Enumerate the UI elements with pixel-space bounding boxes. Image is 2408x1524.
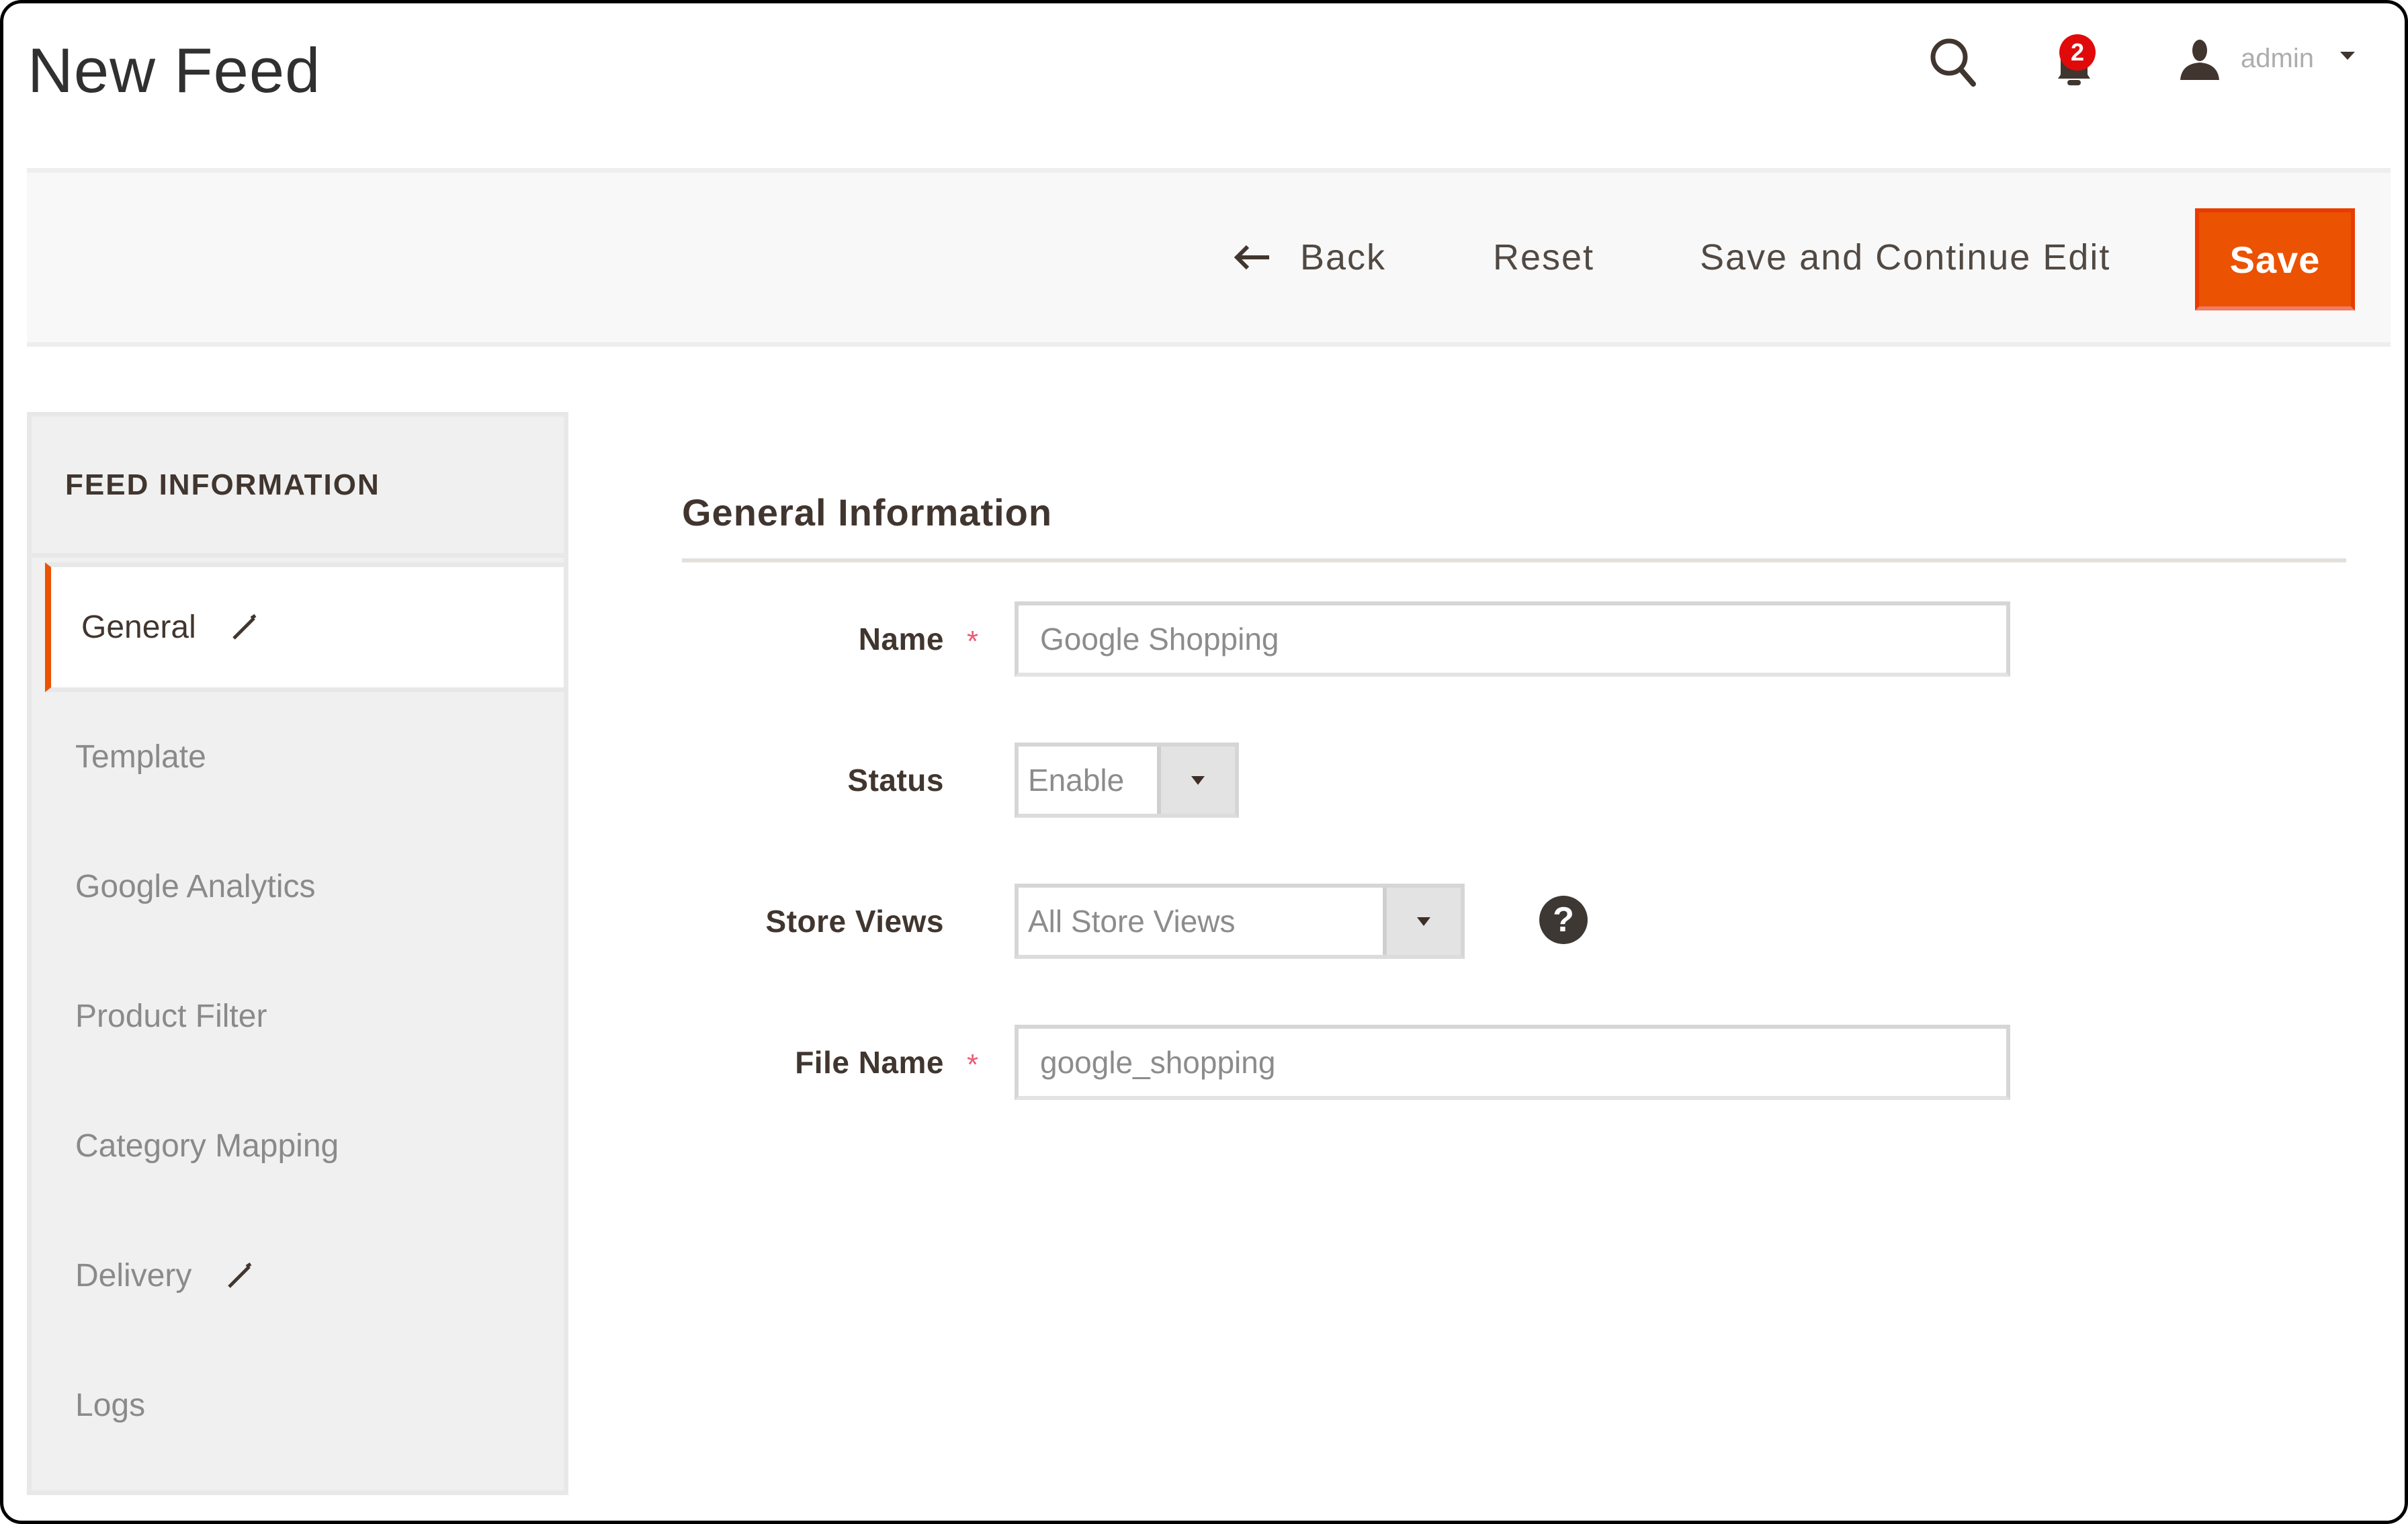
status-select[interactable]: Enable — [1015, 743, 1239, 818]
caret-down-icon — [1417, 917, 1430, 926]
file-name-label: File Name — [795, 1045, 944, 1080]
sidebar-item-google-analytics[interactable]: Google Analytics — [32, 822, 564, 951]
name-input[interactable] — [1015, 601, 2010, 677]
required-indicator: * — [967, 1048, 979, 1081]
sidebar-item-label: General — [81, 609, 196, 645]
sidebar-item-delivery[interactable]: Delivery — [32, 1211, 564, 1341]
section-title: General Information — [682, 491, 1053, 534]
pencil-icon — [228, 1262, 252, 1288]
sidebar-item-label: Product Filter — [75, 999, 267, 1034]
name-label: Name — [858, 622, 944, 657]
sidebar-item-template[interactable]: Template — [32, 692, 564, 822]
reset-button[interactable]: Reset — [1493, 173, 1594, 342]
store-views-selected-value: All Store Views — [1028, 904, 1236, 939]
notifications-count-badge: 2 — [2059, 34, 2096, 71]
status-selected-value: Enable — [1028, 763, 1125, 798]
sidebar-item-label: Google Analytics — [75, 869, 316, 904]
store-views-dropdown-button[interactable] — [1383, 888, 1461, 955]
store-views-select[interactable]: All Store Views — [1015, 884, 1465, 959]
sidebar-item-label: Delivery — [75, 1258, 192, 1294]
sidebar-item-general[interactable]: General — [45, 562, 564, 692]
sidebar-item-label: Logs — [75, 1388, 146, 1423]
required-indicator: * — [967, 625, 979, 658]
user-name: admin — [2241, 44, 2314, 73]
file-name-input[interactable] — [1015, 1025, 2010, 1100]
help-icon[interactable]: ? — [1539, 896, 1588, 944]
sidebar-title: FEED INFORMATION — [32, 417, 564, 558]
sidebar-item-logs[interactable]: Logs — [32, 1341, 564, 1470]
page-title: New Feed — [28, 35, 321, 105]
page-actions-toolbar: Back Reset Save and Continue Edit Save — [27, 168, 2391, 347]
sidebar-item-product-filter[interactable]: Product Filter — [32, 951, 564, 1081]
save-and-continue-button[interactable]: Save and Continue Edit — [1700, 173, 2110, 342]
save-button[interactable]: Save — [2195, 208, 2355, 310]
status-dropdown-button[interactable] — [1157, 747, 1235, 814]
caret-down-icon — [2340, 52, 2355, 60]
admin-window: New Feed 2 admin Back Reset Save and Con… — [0, 0, 2408, 1524]
user-icon — [2180, 40, 2219, 80]
sidebar-item-label: Template — [75, 739, 206, 775]
sidebar-item-label: Category Mapping — [75, 1128, 339, 1164]
back-button[interactable]: Back — [1233, 173, 1386, 342]
feed-information-sidebar: FEED INFORMATION General Template Google… — [27, 412, 568, 1495]
back-label: Back — [1300, 237, 1387, 278]
search-icon[interactable] — [1926, 36, 1980, 89]
caret-down-icon — [1191, 775, 1205, 785]
store-views-label: Store Views — [765, 904, 944, 939]
pencil-icon — [232, 613, 257, 640]
sidebar-item-category-mapping[interactable]: Category Mapping — [32, 1081, 564, 1211]
arrow-left-icon — [1234, 245, 1269, 270]
section-divider — [682, 558, 2346, 562]
status-label: Status — [847, 763, 944, 798]
